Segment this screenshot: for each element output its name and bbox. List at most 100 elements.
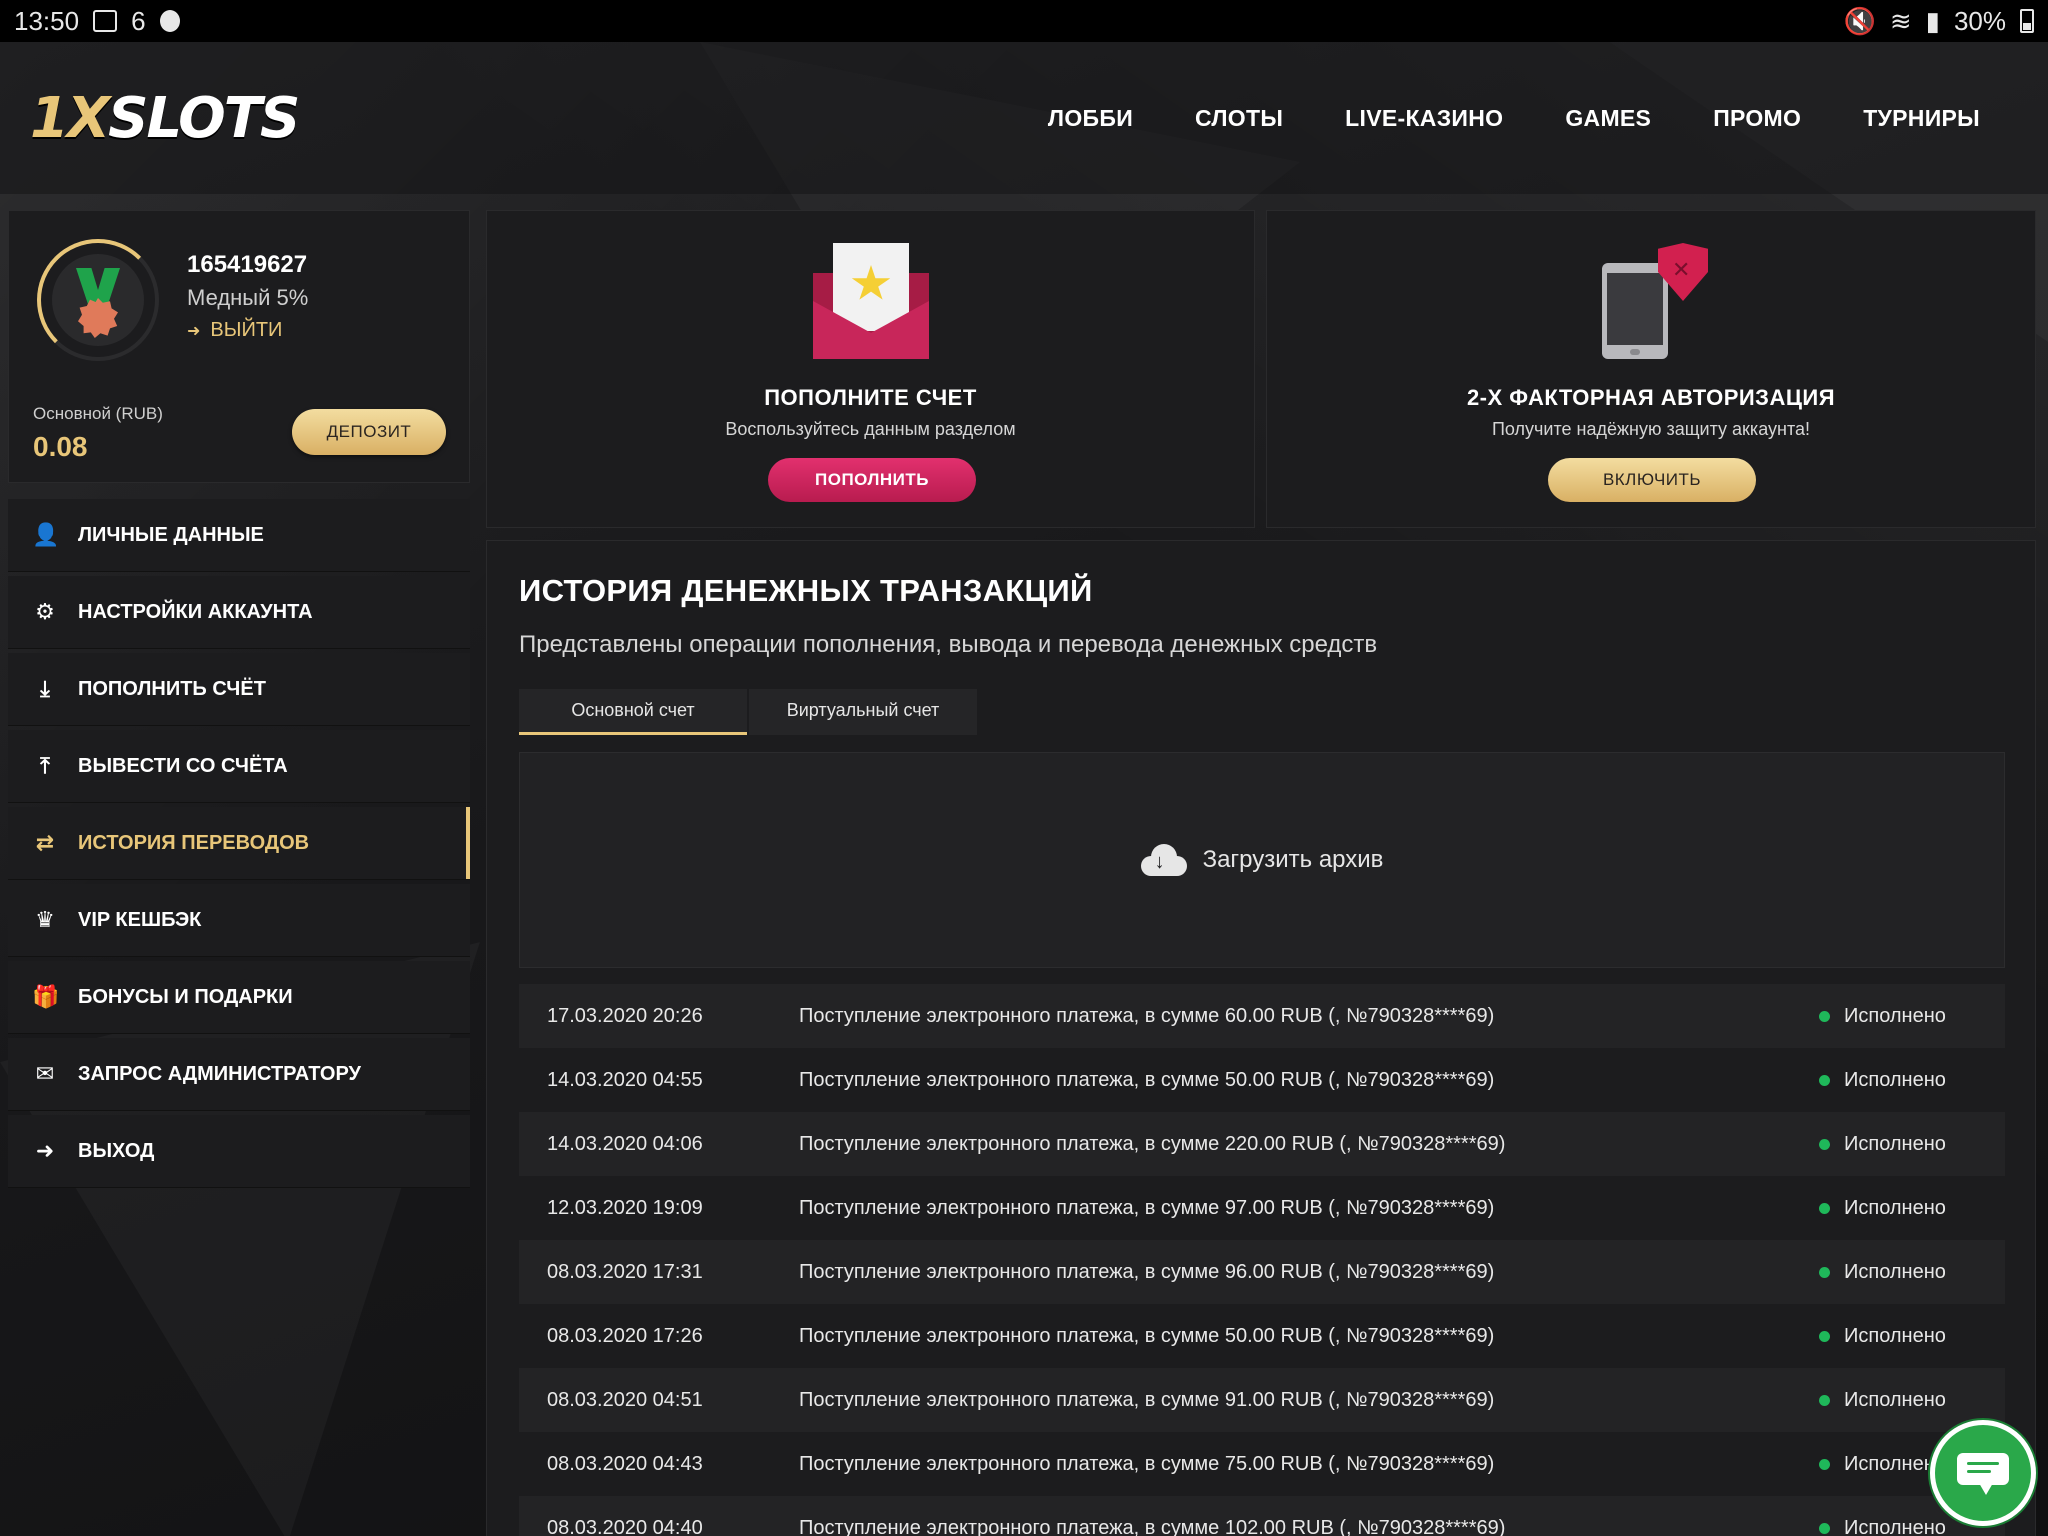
- status-dot-icon: [1819, 1074, 1830, 1086]
- row-date: 08.03.2020 17:26: [547, 1324, 703, 1347]
- row-description: Поступление электронного платежа, в сумм…: [799, 1004, 1495, 1027]
- table-row: 08.03.2020 17:26 Поступление электронног…: [519, 1304, 2005, 1368]
- clock: 13:50: [14, 5, 80, 36]
- support-chat-button[interactable]: [1930, 1420, 2036, 1526]
- logout-link[interactable]: ➜ ВЫЙТИ: [187, 319, 282, 342]
- battery-percent: 30%: [1953, 5, 2006, 36]
- sign-out-icon: ➜: [35, 1138, 55, 1163]
- table-row: 08.03.2020 04:40 Поступление электронног…: [519, 1496, 2005, 1536]
- envelope-star-icon: [813, 243, 929, 359]
- chat-bubble-icon: [1957, 1453, 2009, 1495]
- table-row: 08.03.2020 17:31 Поступление электронног…: [519, 1240, 2005, 1304]
- transaction-list: 17.03.2020 20:26 Поступление электронног…: [519, 984, 2005, 1536]
- nav-slots[interactable]: СЛОТЫ: [1195, 105, 1283, 132]
- two-factor-subtitle: Получите надёжную защиту аккаунта!: [1491, 419, 1811, 439]
- menu-item-account-settings[interactable]: ⚙ НАСТРОЙКИ АККАУНТА: [8, 576, 470, 649]
- table-row: 08.03.2020 04:43 Поступление электронног…: [519, 1432, 2005, 1496]
- page-title: ИСТОРИЯ ДЕНЕЖНЫХ ТРАНЗАКЦИЙ: [519, 573, 1093, 608]
- menu-item-label: ЗАПРОС АДМИНИСТРАТОРУ: [78, 1062, 361, 1085]
- battery-icon: [2020, 9, 2034, 33]
- balance-value: 0.08: [33, 431, 88, 462]
- row-date: 08.03.2020 04:40: [547, 1516, 703, 1536]
- menu-item-label: ВЫВЕСТИ СО СЧЁТА: [78, 754, 288, 777]
- row-status: Исполнено: [1819, 1389, 2005, 1412]
- table-row: 17.03.2020 20:26 Поступление электронног…: [519, 984, 2005, 1048]
- gears-icon: ⚙: [35, 599, 55, 624]
- download-archive-button[interactable]: ↓ Загрузить архив: [519, 752, 2005, 968]
- status-dot-icon: [1819, 1266, 1830, 1278]
- sign-out-icon: ➜: [187, 322, 201, 340]
- row-description: Поступление электронного платежа, в сумм…: [799, 1324, 1495, 1347]
- table-row: 12.03.2020 19:09 Поступление электронног…: [519, 1176, 2005, 1240]
- row-date: 08.03.2020 04:43: [547, 1452, 703, 1475]
- deposit-promo-subtitle: Воспользуйтесь данным разделом: [725, 419, 1016, 439]
- row-status: Исполнено: [1819, 1069, 2005, 1092]
- device-status-bar: 13:50 6 🔇 ≋ ▮ 30%: [0, 0, 2048, 42]
- row-status: Исполнено: [1819, 1005, 2005, 1028]
- logout-label: ВЫЙТИ: [210, 319, 283, 341]
- app-notification-icon: [159, 10, 180, 32]
- account-tabs: Основной счет Виртуальный счет: [519, 689, 977, 735]
- balance-label: Основной (RUB): [33, 404, 163, 423]
- wifi-icon: ≋: [1889, 5, 1912, 36]
- tab-virtual-account[interactable]: Виртуальный счет: [749, 689, 977, 735]
- gift-icon: 🎁: [32, 984, 60, 1009]
- menu-item-vip-cashback[interactable]: ♛ VIP КЕШБЭК: [8, 884, 470, 957]
- row-description: Поступление электронного платежа, в сумм…: [799, 1388, 1495, 1411]
- main-nav: ЛОББИ СЛОТЫ LIVE-КАЗИНО GAMES ПРОМО ТУРН…: [1048, 105, 2018, 132]
- two-factor-promo-card: ✕ 2-Х ФАКТОРНАЯ АВТОРИЗАЦИЯ Получите над…: [1266, 210, 2036, 528]
- menu-item-withdraw[interactable]: ⤒ ВЫВЕСТИ СО СЧЁТА: [8, 730, 470, 803]
- account-menu: 👤 ЛИЧНЫЕ ДАННЫЕ ⚙ НАСТРОЙКИ АККАУНТА ⤓ П…: [8, 499, 470, 1192]
- row-description: Поступление электронного платежа, в сумм…: [799, 1068, 1495, 1091]
- top-up-button[interactable]: ПОПОЛНИТЬ: [768, 458, 976, 502]
- row-date: 14.03.2020 04:55: [547, 1068, 703, 1091]
- user-id: 165419627: [187, 251, 308, 278]
- nav-promo[interactable]: ПРОМО: [1713, 105, 1801, 132]
- loyalty-level: Медный 5%: [187, 285, 309, 310]
- menu-item-logout[interactable]: ➜ ВЫХОД: [8, 1115, 470, 1188]
- tab-main-account[interactable]: Основной счет: [519, 689, 747, 735]
- menu-item-label: ЛИЧНЫЕ ДАННЫЕ: [78, 523, 264, 546]
- download-archive-label: Загрузить архив: [1202, 846, 1384, 873]
- row-date: 08.03.2020 17:31: [547, 1260, 703, 1283]
- menu-item-label: НАСТРОЙКИ АККАУНТА: [78, 600, 313, 623]
- row-status: Исполнено: [1819, 1325, 2005, 1348]
- row-date: 17.03.2020 20:26: [547, 1004, 703, 1027]
- row-description: Поступление электронного платежа, в сумм…: [799, 1132, 1506, 1155]
- row-description: Поступление электронного платежа, в сумм…: [799, 1516, 1506, 1536]
- transaction-history-panel: ИСТОРИЯ ДЕНЕЖНЫХ ТРАНЗАКЦИЙ Представлены…: [486, 540, 2036, 1536]
- row-date: 14.03.2020 04:06: [547, 1132, 703, 1155]
- nav-live-casino[interactable]: LIVE-КАЗИНО: [1345, 105, 1503, 132]
- menu-item-label: БОНУСЫ И ПОДАРКИ: [78, 985, 293, 1008]
- menu-item-admin-request[interactable]: ✉ ЗАПРОС АДМИНИСТРАТОРУ: [8, 1038, 470, 1111]
- upload-icon: ⤒: [40, 753, 50, 778]
- site-header: 1XSLOTS ЛОББИ СЛОТЫ LIVE-КАЗИНО GAMES ПР…: [0, 42, 2048, 194]
- deposit-promo-title: ПОПОЛНИТЕ СЧЕТ: [764, 385, 977, 410]
- nav-tournaments[interactable]: ТУРНИРЫ: [1863, 105, 1980, 132]
- table-row: 08.03.2020 04:51 Поступление электронног…: [519, 1368, 2005, 1432]
- status-dot-icon: [1819, 1522, 1830, 1534]
- user-plus-icon: 👤: [32, 522, 60, 547]
- menu-item-personal-data[interactable]: 👤 ЛИЧНЫЕ ДАННЫЕ: [8, 499, 470, 572]
- notification-count: 6: [131, 5, 146, 36]
- status-dot-icon: [1819, 1202, 1830, 1214]
- menu-item-label: ВЫХОД: [78, 1139, 155, 1162]
- transfer-arrows-icon: ⇄: [35, 830, 55, 855]
- row-description: Поступление электронного платежа, в сумм…: [799, 1452, 1495, 1475]
- nav-games[interactable]: GAMES: [1565, 105, 1651, 132]
- deposit-button[interactable]: ДЕПОЗИТ: [292, 409, 446, 455]
- profile-card: 165419627 Медный 5% ➜ ВЫЙТИ Основной (RU…: [8, 210, 470, 483]
- mute-icon: 🔇: [1843, 5, 1876, 36]
- row-date: 08.03.2020 04:51: [547, 1388, 703, 1411]
- nav-lobby[interactable]: ЛОББИ: [1048, 105, 1133, 132]
- two-factor-title: 2-Х ФАКТОРНАЯ АВТОРИЗАЦИЯ: [1466, 385, 1836, 410]
- row-description: Поступление электронного платежа, в сумм…: [799, 1260, 1495, 1283]
- menu-item-bonuses[interactable]: 🎁 БОНУСЫ И ПОДАРКИ: [8, 961, 470, 1034]
- menu-item-deposit[interactable]: ⤓ ПОПОЛНИТЬ СЧЁТ: [8, 653, 470, 726]
- menu-item-label: ПОПОЛНИТЬ СЧЁТ: [78, 677, 266, 700]
- medal-avatar: [52, 254, 144, 346]
- enable-2fa-button[interactable]: ВКЛЮЧИТЬ: [1548, 458, 1756, 502]
- menu-item-transfer-history[interactable]: ⇄ ИСТОРИЯ ПЕРЕВОДОВ: [8, 807, 470, 880]
- site-logo[interactable]: 1XSLOTS: [30, 86, 300, 151]
- phone-shield-icon: ✕: [1602, 243, 1712, 359]
